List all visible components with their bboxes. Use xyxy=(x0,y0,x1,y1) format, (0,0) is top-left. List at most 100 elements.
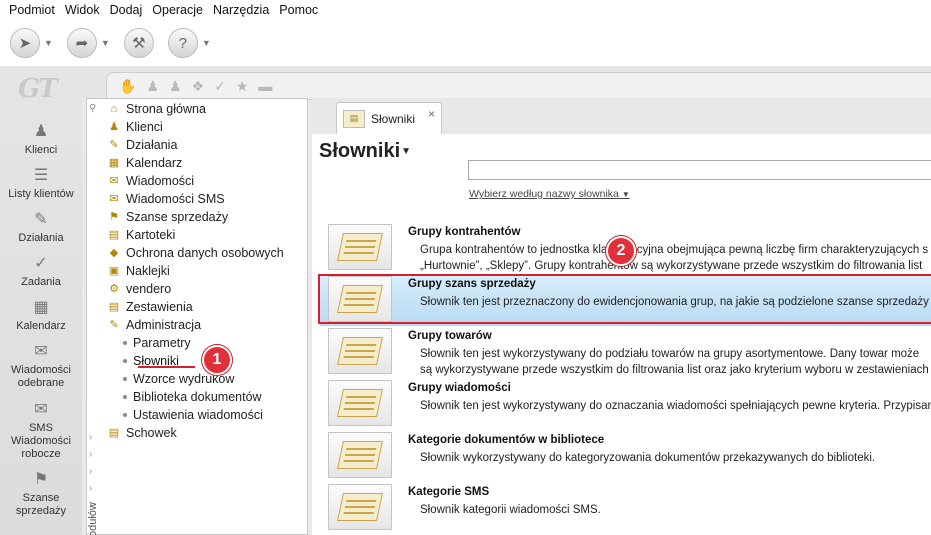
close-icon[interactable]: × xyxy=(428,107,435,121)
thumb-icon[interactable]: ✋ xyxy=(119,78,136,95)
admin-icon: ✎ xyxy=(109,319,119,331)
search-input[interactable] xyxy=(468,160,931,180)
sms-icon: ✉ xyxy=(34,401,48,418)
tree-item-naklejki[interactable]: ▣ Naklejki xyxy=(107,262,170,280)
nav-kalendarz[interactable]: ▦ Kalendarz xyxy=(0,298,82,333)
menu-narzedzia[interactable]: Narzędzia xyxy=(208,3,274,17)
folder-icon: ▤ xyxy=(108,229,120,241)
sms-icon: ✉ xyxy=(109,193,119,205)
tag-icon[interactable]: ❖ xyxy=(192,78,205,95)
eraser-icon[interactable]: ▬ xyxy=(258,78,272,94)
search-hint[interactable]: Wybierz według nazwy słownika ▼ xyxy=(469,188,630,200)
menu-pomoc[interactable]: Pomoc xyxy=(274,3,323,17)
modules-vertical-label: odułów xyxy=(87,502,99,535)
menu-podmiot[interactable]: Podmiot xyxy=(4,3,60,17)
list-item[interactable]: Kategorie SMS Słownik kategorii wiadomoś… xyxy=(320,482,931,534)
calendar-icon: ▦ xyxy=(33,299,49,316)
users-icon: ♟ xyxy=(33,123,49,140)
menu-widok[interactable]: Widok xyxy=(60,3,105,17)
tree-item-zestawienia[interactable]: ▤ Zestawienia xyxy=(107,298,193,316)
left-navigation: GT ♟ Klienci ☰ Listy klientów ✎ Działani… xyxy=(0,66,82,535)
description-line: Słownik ten jest wykorzystywany do podzi… xyxy=(420,348,920,360)
tree-subitem-biblioteka-dokumentow[interactable]: Biblioteka dokumentów xyxy=(123,388,262,406)
list-item-description: Słownik wykorzystywany do kategoryzowani… xyxy=(420,450,931,466)
tab-slowniki[interactable]: ▤ Słowniki × xyxy=(336,102,442,134)
tree-item-wiadomosci[interactable]: ✉ Wiadomości xyxy=(107,172,194,190)
tree-item-szanse-sprzedazy[interactable]: ⚑ Szanse sprzedaży xyxy=(107,208,228,226)
check-icon[interactable]: ✓ xyxy=(214,78,226,95)
forward-button[interactable]: ➦ ▼ xyxy=(66,28,110,58)
clipboard-icon: ▤ xyxy=(108,427,120,439)
list-item[interactable]: Grupy wiadomości Słownik ten jest wykorz… xyxy=(320,378,931,430)
list-item-title: Kategorie SMS xyxy=(408,486,490,498)
quick-actions-strip: ✋ ♟ ♟ ❖ ✓ ★ ▬ xyxy=(82,66,931,100)
help-button[interactable]: ? ▼ xyxy=(167,28,211,58)
help-icon: ? xyxy=(167,28,198,58)
selection-highlight-border xyxy=(318,274,931,324)
pin-icon[interactable]: ⚲ xyxy=(89,103,96,114)
dictionary-icon xyxy=(328,224,392,270)
tree-item-label: Biblioteka dokumentów xyxy=(133,390,262,404)
list-item[interactable]: Grupy towarów Słownik ten jest wykorzyst… xyxy=(320,326,931,378)
tree-item-klienci[interactable]: ♟ Klienci xyxy=(107,118,163,136)
user-icon[interactable]: ♟ xyxy=(146,78,159,95)
menu-operacje[interactable]: Operacje xyxy=(147,3,208,17)
chevron-down-icon[interactable]: ▼ xyxy=(44,38,53,48)
page-title[interactable]: Słowniki▼ xyxy=(319,140,411,163)
description-line: Słownik wykorzystywany do kategoryzowani… xyxy=(420,452,876,464)
description-line: są wykorzystywane przede wszystkim do fi… xyxy=(420,364,929,376)
tree-subitem-ustawienia-wiadomosci[interactable]: Ustawienia wiadomości xyxy=(123,406,263,424)
users-icon[interactable]: ♟ xyxy=(169,78,182,95)
nav-wiadomosci-odebrane[interactable]: ✉ Wiadomości odebrane xyxy=(0,342,82,390)
list-item[interactable]: Kategorie dokumentów w bibliotece Słowni… xyxy=(320,430,931,482)
tree-item-schowek[interactable]: ▤ Schowek xyxy=(107,424,177,442)
list-item-title: Grupy kontrahentów xyxy=(408,226,521,238)
list-item-title: Kategorie dokumentów w bibliotece xyxy=(408,434,605,446)
description-line: Słownik ten jest wykorzystywany do oznac… xyxy=(420,400,931,412)
search-hint-text: Wybierz według nazwy słownika xyxy=(469,188,619,200)
tree-item-kalendarz[interactable]: ▦ Kalendarz xyxy=(107,154,183,172)
tree-item-label: Szanse sprzedaży xyxy=(126,210,229,224)
users-icon: ♟ xyxy=(109,121,119,133)
pencil-icon: ✎ xyxy=(34,211,48,228)
nav-szanse-sprzedazy[interactable]: ⚑ Szanse sprzedaży xyxy=(0,470,82,518)
tree-item-label: vendero xyxy=(126,282,172,296)
nav-label: Wiadomości odebrane xyxy=(11,364,71,389)
nav-klienci[interactable]: ♟ Klienci xyxy=(0,122,82,157)
chevron-down-icon[interactable]: ▼ xyxy=(101,38,110,48)
tree-item-kartoteki[interactable]: ▤ Kartoteki xyxy=(107,226,176,244)
tree-item-vendero[interactable]: ⚙ vendero xyxy=(107,280,171,298)
nav-listy-klientow[interactable]: ☰ Listy klientów xyxy=(0,166,82,201)
tree-item-label: Klienci xyxy=(126,120,163,134)
home-icon: ⌂ xyxy=(110,103,118,115)
chevron-down-icon[interactable]: ▼ xyxy=(202,38,211,48)
app-logo: GT xyxy=(18,74,58,104)
pencil-icon: ✎ xyxy=(109,139,119,151)
tree-item-label: Wiadomości SMS xyxy=(126,192,225,206)
nav-sms-wiadomosci-robocze[interactable]: ✉ SMS Wiadomości robocze xyxy=(0,400,82,461)
tree-item-strona-glowna[interactable]: ⌂ Strona główna xyxy=(107,100,206,118)
bullet-icon xyxy=(123,395,127,399)
tree-item-label: Parametry xyxy=(133,336,191,350)
step-badge-2: 2 xyxy=(606,236,636,266)
tree-subitem-parametry[interactable]: Parametry xyxy=(123,334,191,352)
tree-item-dzialania[interactable]: ✎ Działania xyxy=(107,136,177,154)
tree-item-administracja[interactable]: ✎ Administracja xyxy=(107,316,201,334)
main-toolbar: ➤ ▼ ➦ ▼ ⚒ ? ▼ xyxy=(0,20,931,66)
dictionary-icon xyxy=(328,484,392,530)
menu-dodaj[interactable]: Dodaj xyxy=(105,3,148,17)
nav-label: Szanse sprzedaży xyxy=(15,492,67,517)
nav-dzialania[interactable]: ✎ Działania xyxy=(0,210,82,245)
tree-item-wiadomosci-sms[interactable]: ✉ Wiadomości SMS xyxy=(107,190,225,208)
group-icon[interactable]: ★ xyxy=(236,78,249,95)
tree-item-label: Kartoteki xyxy=(126,228,176,242)
back-button[interactable]: ➤ ▼ xyxy=(10,28,53,58)
bullet-icon xyxy=(123,413,127,417)
tree-item-label: Kalendarz xyxy=(126,156,183,170)
nav-zadania[interactable]: ✓ Zadania xyxy=(0,254,82,289)
tools-button[interactable]: ⚒ xyxy=(123,28,154,58)
tree-item-ochrona-danych[interactable]: ◆ Ochrona danych osobowych xyxy=(107,244,284,262)
tree-item-label: Strona główna xyxy=(126,102,206,116)
tree-item-label: Ustawienia wiadomości xyxy=(133,408,263,422)
nav-label: SMS Wiadomości robocze xyxy=(11,422,71,460)
